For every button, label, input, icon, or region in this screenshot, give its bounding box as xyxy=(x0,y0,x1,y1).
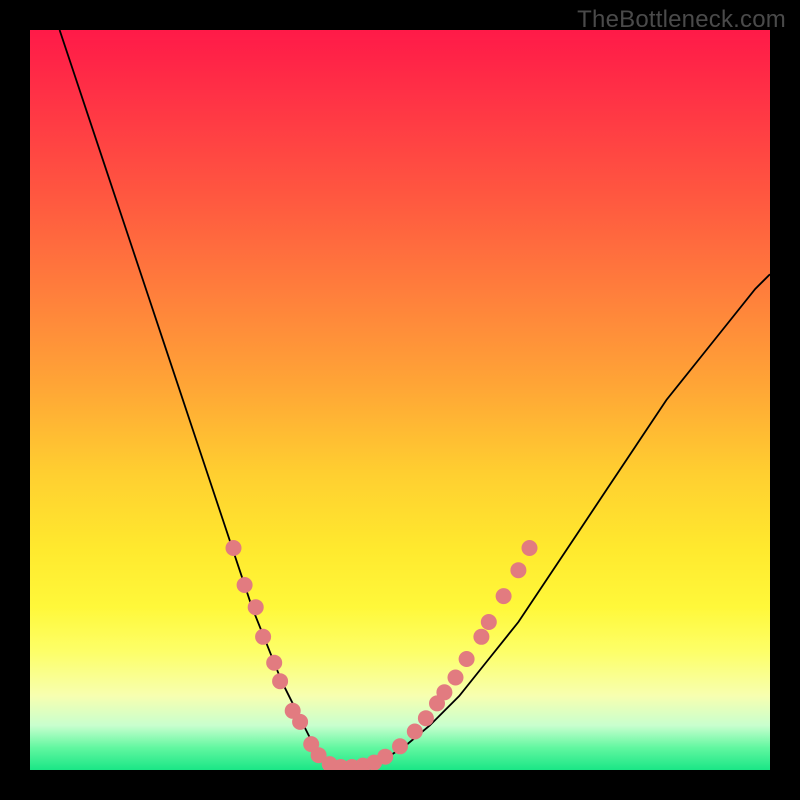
data-marker xyxy=(418,710,434,726)
data-marker xyxy=(496,588,512,604)
data-marker xyxy=(436,684,452,700)
data-marker xyxy=(448,670,464,686)
curve-svg xyxy=(30,30,770,770)
chart-frame: TheBottleneck.com xyxy=(0,0,800,800)
data-marker xyxy=(226,540,242,556)
data-marker xyxy=(266,655,282,671)
data-marker xyxy=(473,629,489,645)
data-marker xyxy=(459,651,475,667)
data-marker xyxy=(407,724,423,740)
bottleneck-curve xyxy=(60,30,770,769)
data-marker xyxy=(255,629,271,645)
data-marker xyxy=(272,673,288,689)
data-marker xyxy=(292,714,308,730)
data-marker xyxy=(237,577,253,593)
data-marker xyxy=(392,738,408,754)
marker-group xyxy=(226,540,538,770)
data-marker xyxy=(377,749,393,765)
data-marker xyxy=(522,540,538,556)
plot-area xyxy=(30,30,770,770)
watermark-text: TheBottleneck.com xyxy=(577,6,786,34)
data-marker xyxy=(510,562,526,578)
data-marker xyxy=(248,599,264,615)
data-marker xyxy=(481,614,497,630)
